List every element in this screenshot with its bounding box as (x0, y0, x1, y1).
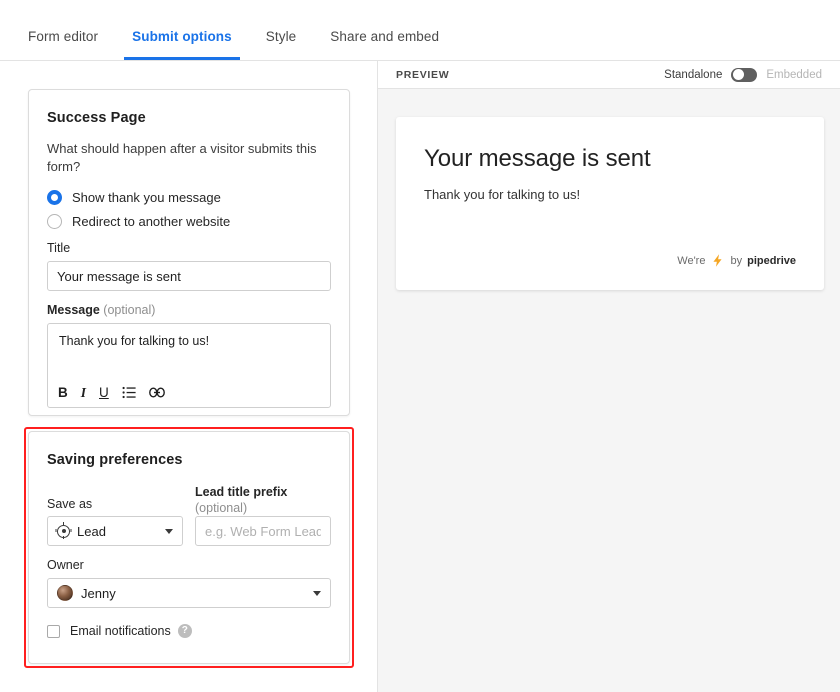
link-icon[interactable] (148, 387, 165, 398)
title-field-label: Title (47, 241, 71, 255)
email-notifications-label: Email notifications (70, 624, 171, 638)
message-field-label: Message (optional) (47, 303, 331, 317)
preview-success-card: Your message is sent Thank you for talki… (396, 117, 824, 290)
email-notifications-checkbox[interactable] (47, 624, 60, 638)
tab-share-and-embed[interactable]: Share and embed (322, 29, 447, 60)
preview-header: PREVIEW Standalone Embedded (378, 61, 840, 89)
save-as-group: Save as Lead (47, 496, 183, 546)
preview-title: Your message is sent (424, 145, 651, 172)
email-notifications-row[interactable]: Email notifications ? (47, 624, 331, 638)
save-as-row: Save as Lead Lead title prefix (optional… (47, 482, 331, 546)
lead-title-prefix-label: Lead title prefix (optional) (195, 482, 331, 516)
radio-show-thank-you-message[interactable]: Show thank you message (47, 190, 331, 205)
underline-icon[interactable]: U (99, 385, 109, 400)
main-tabs: Form editor Submit options Style Share a… (0, 0, 840, 61)
saving-preferences-title: Saving preferences (47, 452, 183, 468)
save-as-select[interactable]: Lead (47, 516, 183, 546)
chevron-down-icon (313, 591, 321, 596)
message-rich-text-editor[interactable]: Thank you for talking to us! B I U (47, 323, 331, 408)
success-page-title: Success Page (47, 110, 146, 126)
save-as-label: Save as (47, 497, 93, 511)
italic-icon[interactable]: I (81, 385, 86, 400)
chevron-down-icon (165, 529, 173, 534)
footer-middle: by (730, 254, 743, 267)
radio-label-redirect: Redirect to another website (72, 214, 231, 229)
success-page-card: Success Page What should happen after a … (28, 89, 350, 416)
title-input[interactable] (47, 261, 331, 291)
footer-prefix: We're (677, 254, 706, 267)
radio-redirect-to-website[interactable]: Redirect to another website (47, 214, 331, 229)
preview-pane: PREVIEW Standalone Embedded Your message… (378, 61, 840, 692)
rich-text-toolbar: B I U (58, 385, 165, 400)
tab-form-editor[interactable]: Form editor (20, 29, 106, 60)
radio-label-thank-you: Show thank you message (72, 190, 221, 205)
preview-mode-toggle-group: Standalone Embedded (664, 67, 822, 82)
preview-label: PREVIEW (396, 68, 450, 81)
footer-brand: pipedrive (747, 254, 796, 267)
preview-footer-branding: We're by pipedrive (677, 253, 796, 268)
submit-options-page: Form editor Submit options Style Share a… (0, 0, 840, 692)
message-label-text: Message (47, 303, 100, 317)
message-text-value[interactable]: Thank you for talking to us! (59, 334, 319, 348)
lightning-bolt-icon (713, 254, 723, 267)
save-as-value: Lead (77, 523, 106, 539)
lead-title-prefix-input[interactable] (195, 516, 331, 546)
lead-title-prefix-label-optional: (optional) (195, 501, 248, 515)
tab-style[interactable]: Style (258, 29, 305, 60)
toggle-label-embedded[interactable]: Embedded (766, 69, 822, 81)
lead-title-prefix-label-text: Lead title prefix (195, 485, 288, 499)
owner-label: Owner (47, 558, 84, 572)
settings-pane: Success Page What should happen after a … (0, 61, 378, 692)
lead-title-prefix-group: Lead title prefix (optional) (195, 482, 331, 546)
bullet-list-icon[interactable] (122, 386, 136, 399)
target-icon (57, 521, 70, 538)
tab-submit-options[interactable]: Submit options (124, 29, 240, 60)
message-label-optional: (optional) (103, 303, 156, 317)
preview-mode-switch[interactable] (731, 67, 758, 82)
radio-indicator-selected[interactable] (47, 190, 62, 205)
help-icon[interactable]: ? (177, 624, 192, 638)
avatar (57, 585, 73, 601)
radio-indicator-unselected[interactable] (47, 214, 62, 229)
owner-value: Jenny (81, 585, 116, 601)
success-page-description: What should happen after a visitor submi… (47, 141, 317, 174)
switch-knob (732, 69, 744, 80)
saving-preferences-card: Saving preferences Save as Lead Lead tit… (28, 431, 350, 664)
bold-icon[interactable]: B (58, 385, 68, 400)
preview-body: Thank you for talking to us! (424, 187, 581, 202)
owner-select[interactable]: Jenny (47, 578, 331, 608)
toggle-label-standalone[interactable]: Standalone (664, 69, 722, 81)
